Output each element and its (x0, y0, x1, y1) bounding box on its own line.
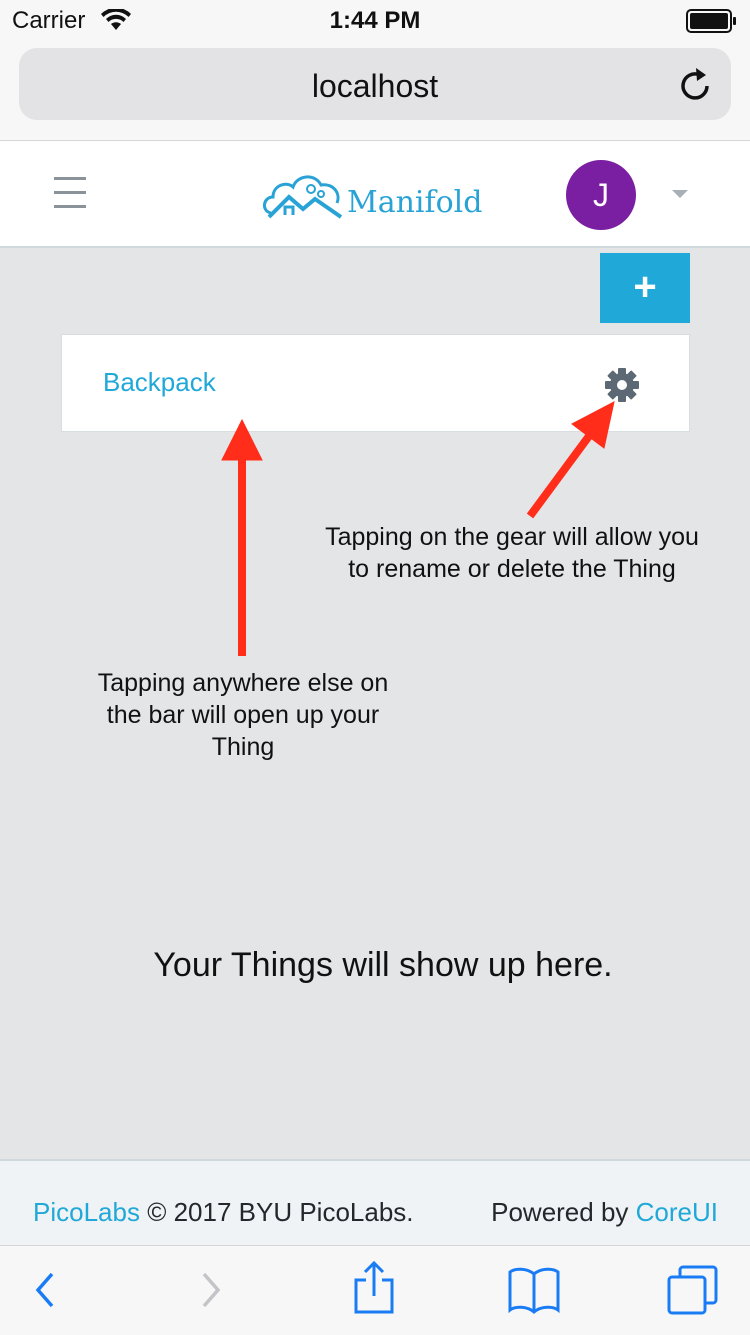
gear-annotation: Tapping on the gear will allow you to re… (325, 523, 699, 583)
arrow-to-bar (221, 418, 263, 656)
back-icon[interactable] (30, 1266, 60, 1314)
empty-state-message: Your Things will show up here. (153, 946, 613, 984)
picolabs-link[interactable]: PicoLabs (33, 1197, 140, 1227)
forward-icon[interactable] (196, 1266, 226, 1314)
footer: PicoLabs © 2017 BYU PicoLabs. Powered by… (0, 1159, 750, 1247)
bookmarks-icon[interactable] (507, 1266, 561, 1314)
coreui-link[interactable]: CoreUI (636, 1197, 718, 1227)
browser-toolbar (0, 1245, 750, 1335)
footer-copyright: PicoLabs © 2017 BYU PicoLabs. (33, 1197, 414, 1228)
arrow-to-gear (526, 401, 615, 519)
tabs-icon[interactable] (666, 1264, 720, 1316)
bar-annotation: Tapping anywhere else on the bar will op… (97, 669, 389, 761)
footer-powered-by: Powered by CoreUI (491, 1197, 718, 1228)
copyright-text: © 2017 BYU PicoLabs. (139, 1197, 414, 1227)
share-icon[interactable] (352, 1260, 396, 1316)
powered-by-text: Powered by (491, 1197, 636, 1227)
